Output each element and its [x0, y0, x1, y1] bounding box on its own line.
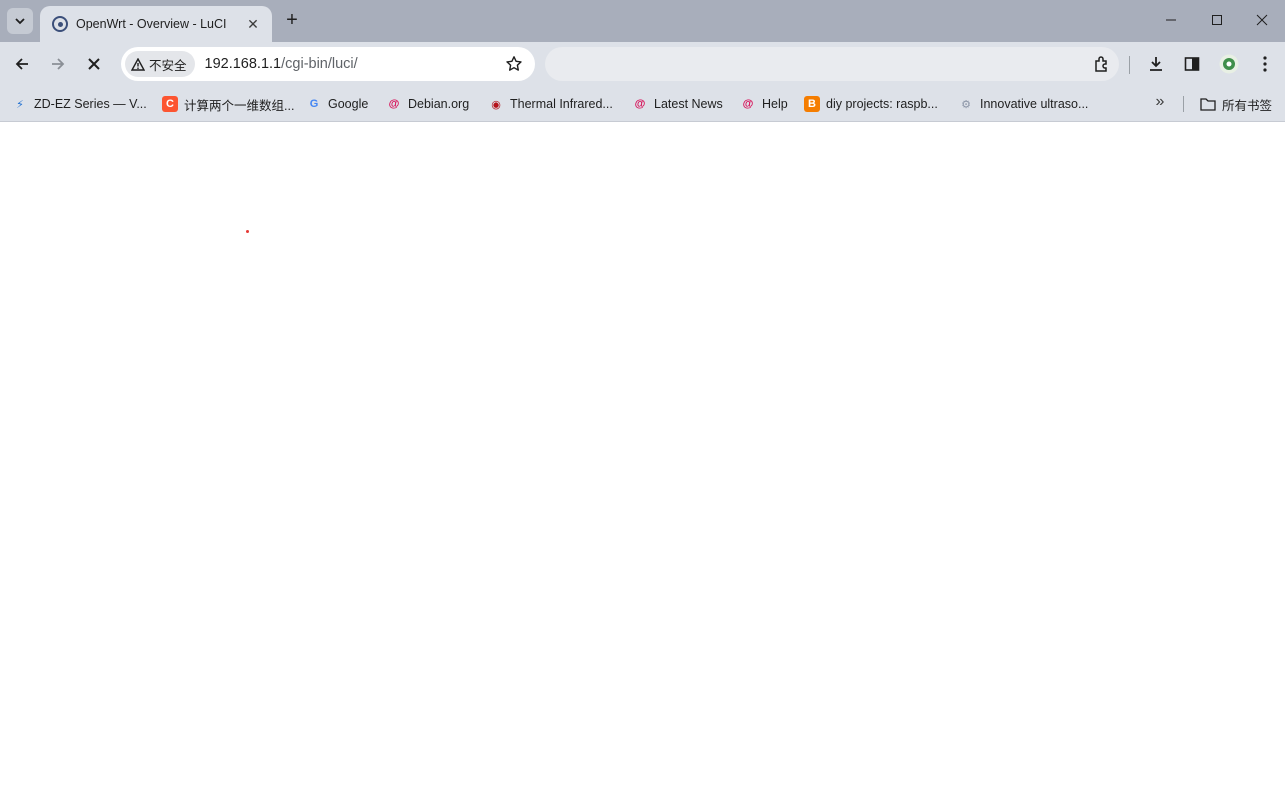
toolbar-divider — [1129, 56, 1130, 74]
close-icon — [1256, 14, 1268, 26]
bookmark-item[interactable]: @ Latest News — [632, 93, 723, 115]
all-bookmarks-label: 所有书签 — [1222, 98, 1273, 113]
stop-loading-button[interactable] — [81, 51, 107, 77]
maximize-icon — [1212, 15, 1222, 25]
bookmark-item[interactable]: G Google — [306, 93, 369, 115]
maximize-button[interactable] — [1194, 0, 1240, 40]
puzzle-icon — [1095, 56, 1107, 72]
security-indicator[interactable]: 不安全 — [125, 51, 195, 77]
arrow-left-icon — [15, 58, 28, 70]
bookmark-label: diy projects: raspb... — [826, 97, 938, 111]
bookmarks-divider — [1183, 96, 1184, 112]
profile-button[interactable] — [1219, 54, 1239, 74]
active-tab[interactable]: OpenWrt - Overview - LuCI ✕ — [40, 6, 272, 42]
more-bookmarks-button[interactable]: » — [1150, 92, 1170, 112]
close-icon — [88, 58, 100, 70]
forward-button[interactable] — [45, 51, 71, 77]
gear-wheel-icon: ⚙ — [961, 98, 971, 111]
bookmark-label: ZD-EZ Series — V... — [34, 97, 147, 111]
chevron-down-icon — [15, 18, 25, 25]
bookmark-item[interactable]: ⚡ ZD-EZ Series — V... — [12, 93, 147, 115]
folder-icon — [1200, 96, 1216, 112]
download-icon — [1150, 57, 1162, 71]
csdn-icon: C — [162, 96, 178, 112]
bookmark-item[interactable]: ◉ Thermal Infrared... — [488, 93, 613, 115]
warning-triangle-icon — [131, 57, 145, 71]
all-bookmarks-button[interactable]: 所有书签 — [1200, 93, 1272, 115]
tab-close-icon[interactable]: ✕ — [244, 15, 262, 33]
avatar-icon — [1219, 54, 1239, 74]
debian-icon: @ — [634, 98, 646, 110]
close-window-button[interactable] — [1239, 0, 1285, 40]
bookmark-label: 计算两个一维数组... — [184, 98, 295, 113]
url-text[interactable]: 192.168.1.1/cgi-bin/luci/ — [205, 56, 358, 72]
arrow-right-icon — [52, 58, 65, 70]
bookmark-label: Thermal Infrared... — [510, 97, 613, 111]
tab-search-button[interactable] — [7, 8, 33, 34]
bookmark-item[interactable]: ⚙ Innovative ultraso... — [958, 93, 1088, 115]
side-panel-button[interactable] — [1182, 54, 1202, 74]
zd-ez-icon: ⚡ — [16, 98, 24, 111]
side-panel-icon — [1184, 57, 1200, 71]
flir-icon: ◉ — [491, 98, 501, 111]
bookmark-item[interactable]: Bdiy projects: raspb... — [804, 93, 938, 115]
debian-icon: @ — [388, 98, 400, 110]
more-vertical-icon — [1263, 56, 1267, 72]
downloads-button[interactable] — [1146, 54, 1166, 74]
bookmark-item[interactable]: @ Debian.org — [386, 93, 470, 115]
url-path: /cgi-bin/luci/ — [281, 56, 358, 72]
address-bar[interactable]: 不安全 192.168.1.1/cgi-bin/luci/ — [121, 47, 535, 81]
browser-toolbar: 不安全 192.168.1.1/cgi-bin/luci/ NewCAyd2 — [0, 42, 1285, 115]
url-host: 192.168.1.1 — [204, 56, 282, 72]
bookmark-label: Debian.org — [408, 97, 470, 111]
bookmark-label: Google — [328, 97, 369, 111]
back-button[interactable] — [9, 51, 35, 77]
bookmark-item[interactable]: @ Help — [740, 93, 788, 115]
debian-icon: @ — [742, 98, 754, 110]
loading-indicator — [246, 230, 249, 233]
tab-strip: OpenWrt - Overview - LuCI ✕ + — [0, 0, 1285, 42]
extensions-menu-button[interactable] — [1092, 54, 1112, 74]
new-tab-button[interactable]: + — [281, 9, 303, 31]
bookmark-label: Help — [762, 97, 788, 111]
google-icon: G — [309, 98, 319, 110]
bookmark-star-icon[interactable] — [505, 55, 523, 73]
browser-menu-button[interactable] — [1255, 54, 1275, 74]
tab-title: OpenWrt - Overview - LuCI — [76, 17, 227, 31]
minimize-icon — [1166, 19, 1176, 21]
security-label: 不安全 — [149, 58, 187, 73]
minimize-button[interactable] — [1148, 0, 1194, 40]
openwrt-favicon-icon — [52, 16, 68, 32]
bookmark-label: Latest News — [654, 97, 723, 111]
bookmark-label: Innovative ultraso... — [980, 97, 1089, 111]
page-content — [0, 122, 1285, 803]
extensions-area — [545, 47, 1119, 81]
blogger-icon: B — [804, 96, 820, 112]
bookmark-item[interactable]: C 计算两个一维数组... — [162, 93, 294, 115]
